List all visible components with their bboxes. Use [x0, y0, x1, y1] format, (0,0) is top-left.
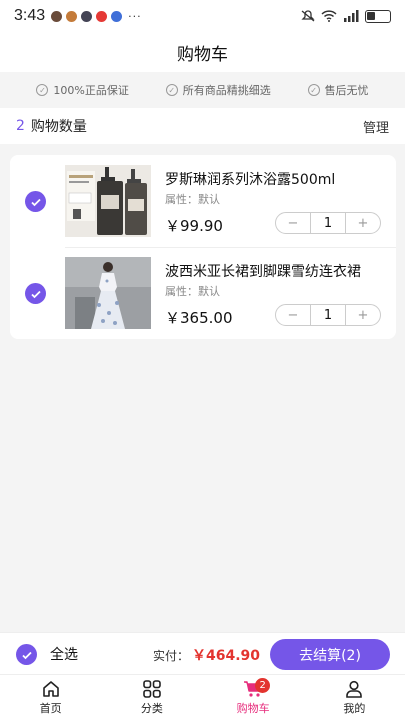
mute-icon — [301, 10, 315, 22]
app-notification-icon — [66, 10, 78, 22]
check-circle-icon: ✓ — [307, 84, 320, 96]
cart-badge: 2 — [255, 678, 271, 693]
tab-label: 购物车 — [236, 702, 270, 715]
item-checkbox[interactable] — [25, 283, 46, 304]
product-price: ￥99.90 — [165, 217, 223, 235]
status-bar: 3:43 ··· — [0, 0, 405, 32]
cart-item: 罗斯琳润系列沐浴露500ml 属性：默认 ￥99.90 − 1 + — [10, 155, 396, 248]
checkout-bar: 全选 实付： ￥464.90 去结算(2) — [0, 632, 405, 674]
tab-category[interactable]: 分类 — [101, 675, 202, 720]
checkout-button[interactable]: 去结算(2) — [270, 639, 390, 670]
tab-label: 分类 — [140, 702, 163, 715]
product-title[interactable]: 罗斯琳润系列沐浴露500ml — [165, 169, 335, 189]
guarantee-item: ✓ 售后无忧 — [307, 82, 369, 98]
home-icon — [42, 681, 59, 697]
app-notification-icon — [51, 10, 63, 22]
check-circle-icon: ✓ — [165, 84, 178, 96]
select-all-label[interactable]: 全选 — [50, 644, 78, 664]
guarantee-label: 所有商品精挑细选 — [182, 84, 271, 97]
user-icon — [346, 680, 363, 698]
weibo-icon — [96, 10, 108, 22]
check-icon — [30, 198, 41, 206]
battery-icon — [365, 9, 391, 23]
product-image[interactable] — [65, 257, 151, 329]
cart-count-bar: 2 购物数量 管理 — [0, 108, 405, 144]
manage-button[interactable]: 管理 — [363, 117, 389, 136]
check-icon — [30, 290, 41, 298]
tab-cart[interactable]: 购物车 2 — [203, 675, 304, 720]
cart-count: 2 — [16, 118, 25, 134]
signal-icon — [344, 10, 359, 22]
check-icon — [21, 651, 32, 659]
app-notification-icon — [111, 10, 123, 22]
page-title: 购物车 — [0, 32, 405, 72]
status-time: 3:43 — [14, 7, 46, 24]
tab-label: 首页 — [39, 702, 62, 715]
increase-button[interactable]: + — [346, 213, 380, 233]
cart-count-label: 购物数量 — [30, 119, 87, 135]
attribute-label: 属性： — [165, 285, 198, 298]
dress-image — [65, 257, 151, 329]
item-checkbox[interactable] — [25, 191, 46, 212]
quantity-value[interactable]: 1 — [310, 305, 346, 325]
product-price: ￥365.00 — [165, 309, 233, 327]
product-image[interactable] — [65, 165, 151, 237]
shower-gel-image — [65, 165, 151, 237]
app-notification-icon — [81, 10, 93, 22]
cart-item: 波西米亚长裙到脚踝雪纺连衣裙 属性：默认 ￥365.00 − 1 + — [10, 247, 396, 339]
tab-home[interactable]: 首页 — [0, 675, 101, 720]
guarantee-item: ✓ 所有商品精挑细选 — [165, 82, 271, 98]
wifi-icon — [321, 10, 337, 22]
quantity-stepper: − 1 + — [275, 212, 381, 234]
guarantee-label: 100%正品保证 — [53, 84, 129, 97]
decrease-button[interactable]: − — [276, 213, 310, 233]
increase-button[interactable]: + — [346, 305, 380, 325]
attribute-label: 属性： — [165, 193, 198, 206]
category-icon — [143, 680, 161, 698]
total-amount: ￥464.90 — [192, 648, 261, 664]
attribute-value: 默认 — [198, 193, 220, 206]
tab-label: 我的 — [343, 702, 366, 715]
status-icons — [301, 9, 391, 23]
attribute-value: 默认 — [198, 285, 220, 298]
guarantee-item: ✓ 100%正品保证 — [36, 82, 129, 98]
quantity-value[interactable]: 1 — [310, 213, 346, 233]
decrease-button[interactable]: − — [276, 305, 310, 325]
tab-mine[interactable]: 我的 — [304, 675, 405, 720]
guarantee-label: 售后无忧 — [324, 84, 369, 97]
product-attribute: 属性：默认 — [165, 191, 220, 207]
check-circle-icon: ✓ — [36, 84, 49, 96]
product-title[interactable]: 波西米亚长裙到脚踝雪纺连衣裙 — [165, 261, 361, 281]
cart-list: 罗斯琳润系列沐浴露500ml 属性：默认 ￥99.90 − 1 + 波西米亚长裙… — [10, 155, 396, 339]
quantity-stepper: − 1 + — [275, 304, 381, 326]
select-all-checkbox[interactable] — [16, 644, 37, 665]
paid-label: 实付： — [153, 649, 190, 663]
more-notifications: ··· — [128, 9, 142, 23]
guarantee-bar: ✓ 100%正品保证 ✓ 所有商品精挑细选 ✓ 售后无忧 — [0, 72, 405, 108]
product-attribute: 属性：默认 — [165, 283, 220, 299]
tab-bar: 首页 分类 购物车 2 我的 — [0, 674, 405, 720]
